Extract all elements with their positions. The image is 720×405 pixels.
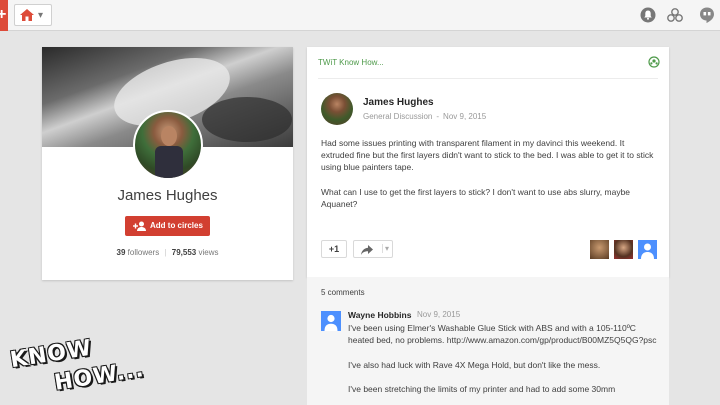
comment-paragraph: I've been stretching the limits of my pr…: [348, 383, 616, 394]
community-icon[interactable]: [648, 56, 660, 68]
post-paragraph: Had some issues printing with transparen…: [321, 138, 654, 173]
profile-name[interactable]: James Hughes: [42, 187, 293, 204]
google-plus-tab[interactable]: +: [0, 0, 8, 31]
post-author[interactable]: James Hughes: [363, 97, 434, 108]
followers-count: 39: [116, 248, 126, 257]
comment-body: I've been using Elmer's Washable Glue St…: [348, 322, 658, 405]
comment-count[interactable]: 5 comments: [321, 288, 365, 297]
notifications-icon[interactable]: [639, 6, 657, 24]
divider: [318, 78, 658, 79]
add-person-icon: [133, 221, 146, 231]
views-count: 79,553: [171, 248, 197, 257]
add-to-circles-button[interactable]: Add to circles: [125, 216, 210, 236]
home-menu-button[interactable]: ▾: [14, 4, 52, 26]
comment-date[interactable]: Nov 9, 2015: [417, 310, 460, 319]
plus-one-button[interactable]: +1: [321, 240, 347, 258]
add-button-label: Add to circles: [150, 221, 203, 230]
share-arrow-icon: [361, 245, 373, 255]
comment-paragraph: I've been using Elmer's Washable Glue St…: [348, 323, 657, 346]
profile-stats: 39 followers | 79,553 views: [116, 248, 219, 257]
post-body: Had some issues printing with transparen…: [321, 137, 657, 222]
plus-oner-avatar[interactable]: [590, 240, 609, 259]
post-date[interactable]: Nov 9, 2015: [443, 112, 486, 121]
top-bar: + ▾: [0, 0, 720, 31]
chevron-down-icon: ▾: [38, 10, 44, 21]
profile-card: James Hughes Add to circles 39 followers…: [42, 47, 293, 280]
comment-author[interactable]: Wayne Hobbins: [348, 310, 411, 320]
home-icon: [20, 9, 34, 21]
default-avatar-icon: [321, 311, 341, 331]
post-category[interactable]: General Discussion: [363, 112, 432, 121]
plus-glyph: +: [0, 6, 7, 23]
hangouts-icon[interactable]: [698, 6, 716, 24]
comments-section: 5 comments Wayne Hobbins Nov 9, 2015 I'v…: [307, 277, 669, 405]
commenter-avatar[interactable]: [321, 311, 341, 331]
post-card: TWiT Know How... James Hughes General Di…: [307, 47, 669, 277]
post-paragraph: What can I use to get the first layers t…: [321, 186, 631, 209]
profile-avatar[interactable]: [133, 110, 203, 180]
know-how-logo: KNOW HOW...: [9, 336, 150, 400]
chevron-down-icon[interactable]: ▾: [382, 244, 389, 253]
default-avatar-icon[interactable]: [638, 240, 657, 259]
plus-oner-avatar[interactable]: [614, 240, 633, 259]
comment-paragraph: I've also had luck with Rave 4X Mega Hol…: [348, 359, 601, 370]
followers-label: followers: [127, 248, 160, 257]
views-label: views: [198, 248, 219, 257]
share-icon[interactable]: [666, 6, 684, 24]
community-link[interactable]: TWiT Know How...: [318, 58, 384, 67]
author-avatar[interactable]: [321, 93, 353, 125]
post-meta: General Discussion - Nov 9, 2015: [363, 112, 487, 121]
share-button[interactable]: ▾: [353, 240, 393, 258]
